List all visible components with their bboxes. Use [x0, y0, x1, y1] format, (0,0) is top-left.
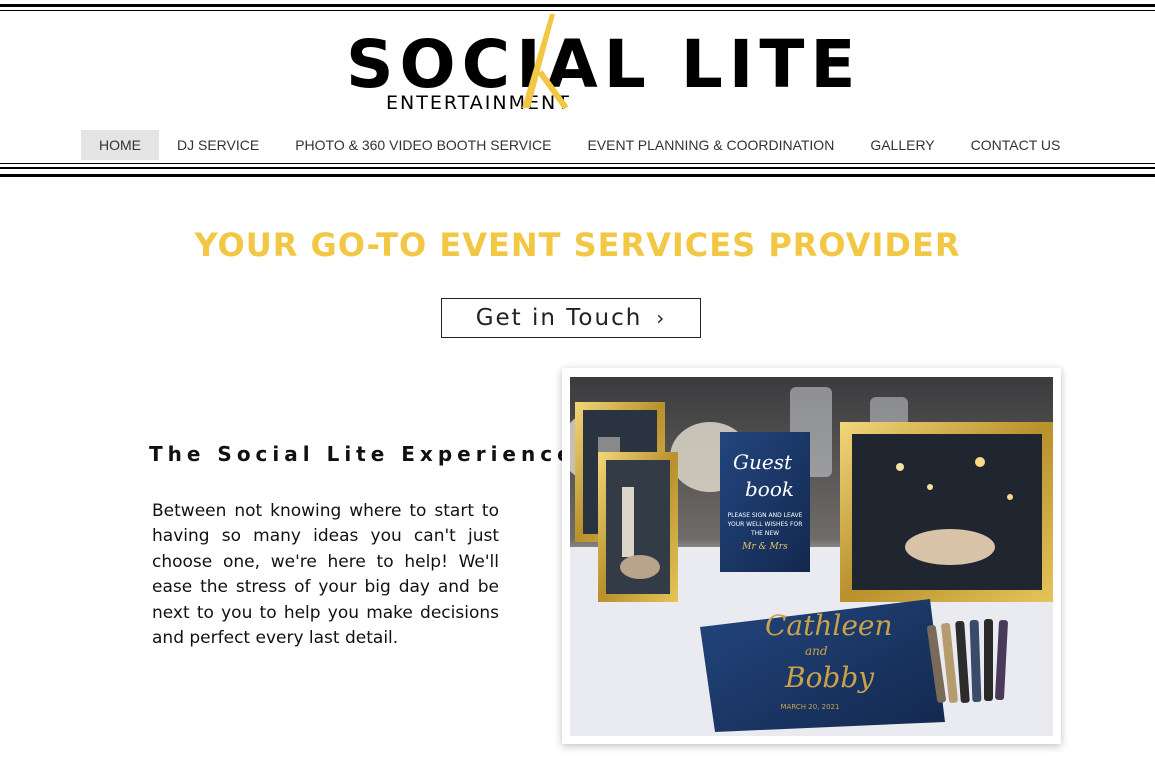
- hero-headline: YOUR GO-TO EVENT SERVICES PROVIDER: [194, 226, 961, 264]
- svg-text:Bobby: Bobby: [784, 661, 875, 694]
- main-nav: HOME DJ SERVICE PHOTO & 360 VIDEO BOOTH …: [81, 130, 1078, 160]
- nav-item-event-planning[interactable]: EVENT PLANNING & COORDINATION: [569, 130, 852, 160]
- get-in-touch-button[interactable]: Get in Touch ›: [441, 298, 701, 338]
- turntable-icon: [522, 14, 569, 110]
- nav-item-dj-service[interactable]: DJ SERVICE: [159, 130, 277, 160]
- header-rule-top: [0, 4, 1155, 7]
- guest-book-photo: Guest book PLEASE SIGN AND LEAVE YOUR WE…: [570, 377, 1053, 736]
- nav-item-photo-booth[interactable]: PHOTO & 360 VIDEO BOOTH SERVICE: [277, 130, 569, 160]
- nav-rule-thick: [0, 174, 1155, 177]
- nav-item-contact[interactable]: CONTACT US: [953, 130, 1079, 160]
- header-rule-thin: [0, 10, 1155, 11]
- cta-label: Get in Touch: [475, 305, 643, 331]
- svg-text:PLEASE SIGN AND LEAVE: PLEASE SIGN AND LEAVE: [728, 512, 803, 519]
- svg-text:Mr & Mrs: Mr & Mrs: [741, 542, 788, 552]
- svg-text:and: and: [805, 644, 828, 658]
- chevron-right-icon: ›: [656, 306, 667, 330]
- svg-text:THE NEW: THE NEW: [750, 530, 779, 537]
- guest-book-photo-frame: Guest book PLEASE SIGN AND LEAVE YOUR WE…: [562, 368, 1061, 744]
- svg-text:book: book: [745, 477, 794, 501]
- svg-text:Guest: Guest: [733, 450, 793, 474]
- nav-rule-medium: [0, 167, 1155, 169]
- svg-text:MARCH 20, 2021: MARCH 20, 2021: [781, 703, 840, 711]
- nav-rule-thin: [0, 163, 1155, 164]
- svg-text:Cathleen: Cathleen: [765, 609, 893, 642]
- experience-body: Between not knowing where to start to ha…: [152, 501, 499, 649]
- svg-text:YOUR WELL WISHES FOR: YOUR WELL WISHES FOR: [727, 521, 803, 528]
- experience-title: The Social Lite Experience: [149, 442, 576, 466]
- nav-item-gallery[interactable]: GALLERY: [852, 130, 952, 160]
- nav-item-home[interactable]: HOME: [81, 130, 159, 160]
- site-logo[interactable]: SOCIAL LITE ENTERTAINMENT: [346, 12, 855, 114]
